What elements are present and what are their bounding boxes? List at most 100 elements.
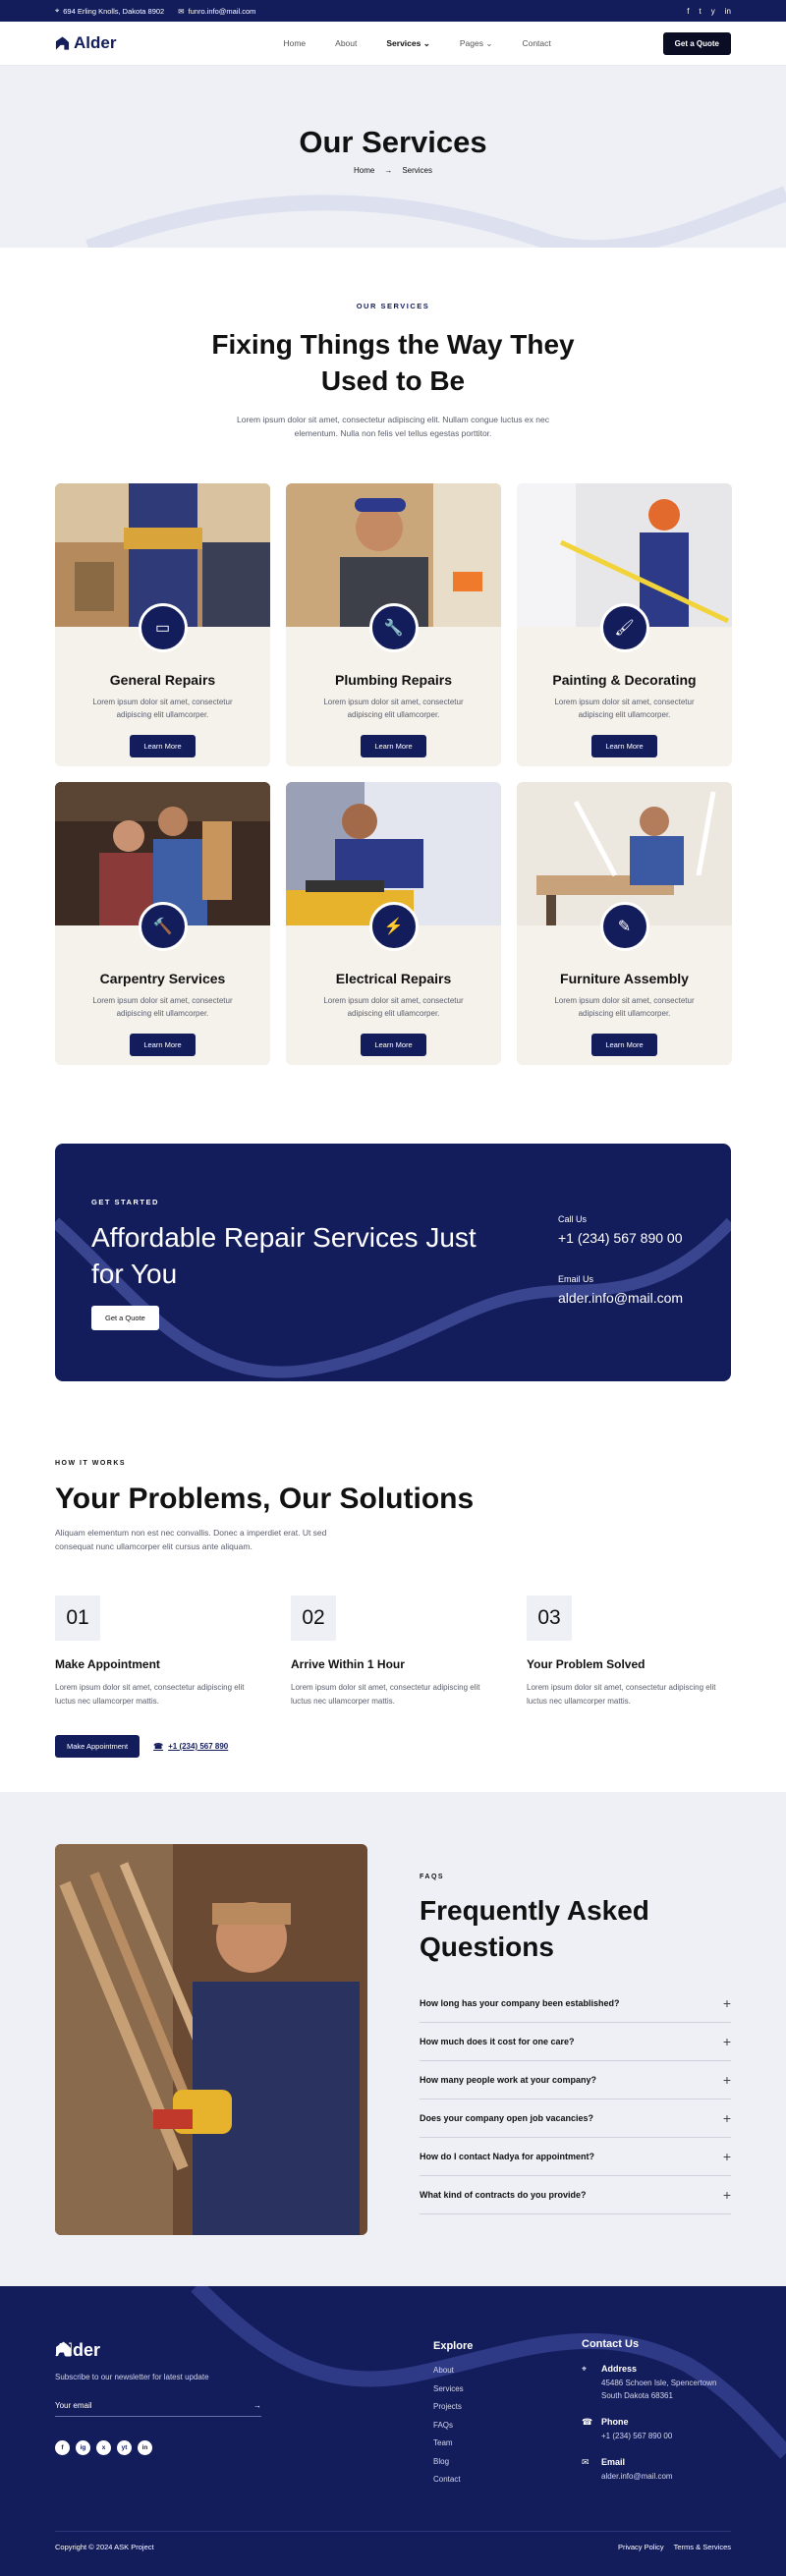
arrow-right-icon[interactable]: →: [253, 2401, 261, 2410]
step-item: 02 Arrive Within 1 Hour Lorem ipsum dolo…: [291, 1596, 487, 1708]
faq-item[interactable]: Does your company open job vacancies? +: [420, 2100, 731, 2138]
service-title: Electrical Repairs: [335, 971, 452, 986]
get-quote-button[interactable]: Get a Quote: [662, 31, 731, 55]
make-appointment-button[interactable]: Make Appointment: [55, 1735, 140, 1758]
how-eyebrow: HOW IT WORKS: [55, 1460, 127, 1467]
arrow-right-icon: →: [384, 166, 393, 175]
footer-link[interactable]: Blog: [433, 2457, 473, 2466]
footer-logo[interactable]: Alder: [55, 2340, 261, 2361]
page-hero: Our Services Home → Services: [0, 66, 786, 248]
service-text: Lorem ipsum dolor sit amet, consectetur …: [323, 698, 464, 719]
step-number: 02: [291, 1596, 336, 1641]
privacy-link[interactable]: Privacy Policy: [618, 2543, 664, 2551]
top-bar: ⌖ 694 Erling Knolls, Dakota 8902 ✉ funro…: [0, 0, 786, 22]
call-value[interactable]: +1 (234) 567 890 00: [558, 1230, 683, 1246]
facebook-icon[interactable]: f: [687, 7, 689, 16]
service-title: Furniture Assembly: [560, 971, 689, 986]
drill-icon: ⚡: [368, 902, 419, 951]
how-actions: Make Appointment ☎ +1 (234) 567 890: [55, 1735, 731, 1758]
breadcrumb-home[interactable]: Home: [354, 166, 374, 175]
twitter-icon[interactable]: t: [700, 7, 702, 16]
learn-more-button[interactable]: Learn More: [130, 735, 196, 757]
facebook-icon[interactable]: f: [55, 2440, 70, 2455]
breadcrumb: Home → Services: [0, 166, 786, 175]
mail-icon: ✉: [582, 2457, 590, 2467]
plus-icon[interactable]: +: [723, 1995, 731, 2011]
nav-about[interactable]: About: [335, 38, 357, 49]
service-card: 🔨 Carpentry Services Lorem ipsum dolor s…: [55, 782, 270, 1065]
nav-contact[interactable]: Contact: [522, 38, 550, 49]
nav-links: Home About Services ⌄ Pages ⌄ Contact: [283, 38, 550, 49]
how-it-works-section: HOW IT WORKS Your Problems, Our Solution…: [0, 1381, 786, 1792]
contact-email: ✉ Email alder.info@mail.com: [582, 2457, 673, 2481]
call-label: Call Us: [558, 1214, 588, 1224]
instagram-icon[interactable]: ig: [76, 2440, 90, 2455]
linkedin-icon[interactable]: in: [725, 7, 731, 16]
faq-item[interactable]: How much does it cost for one care? +: [420, 2023, 731, 2061]
faq-image: [55, 1844, 367, 2235]
step-item: 03 Your Problem Solved Lorem ipsum dolor…: [527, 1596, 723, 1708]
learn-more-button[interactable]: Learn More: [591, 735, 657, 757]
cta-banner: GET STARTED Affordable Repair Services J…: [55, 1144, 731, 1381]
footer-link[interactable]: About: [433, 2366, 473, 2375]
footer-link[interactable]: Services: [433, 2384, 473, 2393]
youtube-icon[interactable]: yt: [117, 2440, 132, 2455]
service-card: ▭ General Repairs Lorem ipsum dolor sit …: [55, 483, 270, 766]
paint-roller-icon: 🖌: [599, 603, 649, 652]
nav-services[interactable]: Services ⌄: [386, 38, 429, 49]
step-item: 01 Make Appointment Lorem ipsum dolor si…: [55, 1596, 252, 1708]
service-text: Lorem ipsum dolor sit amet, consectetur …: [92, 996, 233, 1018]
nav-home[interactable]: Home: [283, 38, 306, 49]
plus-icon[interactable]: +: [723, 2110, 731, 2126]
topbar-socials: f t y in: [687, 7, 731, 16]
faq-item[interactable]: How do I contact Nadya for appointment? +: [420, 2138, 731, 2176]
footer-link[interactable]: Contact: [433, 2475, 473, 2484]
page-title: Our Services: [299, 125, 487, 159]
footer-link[interactable]: Team: [433, 2438, 473, 2447]
email-placeholder[interactable]: Your email: [55, 2401, 92, 2410]
steps-list: 01 Make Appointment Lorem ipsum dolor si…: [55, 1596, 731, 1708]
how-title: Your Problems, Our Solutions: [55, 1483, 475, 1515]
step-number: 01: [55, 1596, 100, 1641]
hammer-icon: 🔨: [138, 902, 188, 951]
step-text: Lorem ipsum dolor sit amet, consectetur …: [55, 1683, 245, 1706]
footer-bottom: Copyright © 2024 ASK Project Privacy Pol…: [55, 2543, 731, 2551]
newsletter-email-field[interactable]: Your email →: [55, 2401, 261, 2417]
footer-contact: Contact Us ⌖ Address 45486 Schoen Isle, S…: [582, 2338, 739, 2497]
faq-title: Frequently Asked Questions: [420, 1895, 649, 1962]
nav-pages[interactable]: Pages ⌄: [460, 38, 493, 49]
footer-link[interactable]: FAQs: [433, 2421, 473, 2430]
how-desc: Aliquam elementum non est nec convallis.…: [55, 1528, 327, 1551]
topbar-email[interactable]: ✉ funro.info@mail.com: [178, 7, 255, 16]
learn-more-button[interactable]: Learn More: [591, 1034, 657, 1056]
contact-title: Contact Us: [582, 2338, 640, 2350]
footer-divider: [55, 2531, 731, 2532]
email-value[interactable]: alder.info@mail.com: [558, 1290, 683, 1306]
logo[interactable]: Alder: [55, 33, 116, 53]
plus-icon[interactable]: +: [723, 2187, 731, 2203]
learn-more-button[interactable]: Learn More: [130, 1034, 196, 1056]
cta-quote-button[interactable]: Get a Quote: [91, 1306, 159, 1330]
plus-icon[interactable]: +: [723, 2034, 731, 2049]
faq-item[interactable]: How many people work at your company? +: [420, 2061, 731, 2100]
phone-link[interactable]: ☎ +1 (234) 567 890: [153, 1742, 228, 1751]
footer-link[interactable]: Projects: [433, 2402, 473, 2411]
services-eyebrow: OUR SERVICES: [356, 302, 430, 310]
plus-icon[interactable]: +: [723, 2149, 731, 2164]
faq-item[interactable]: How long has your company been establish…: [420, 1985, 731, 2023]
map-pin-icon: ⌖: [55, 6, 60, 15]
service-text: Lorem ipsum dolor sit amet, consectetur …: [554, 996, 695, 1018]
faq-eyebrow: FAQS: [420, 1874, 445, 1880]
phone-icon: ☎: [582, 2417, 593, 2427]
service-title: Plumbing Repairs: [334, 672, 453, 688]
x-icon[interactable]: x: [96, 2440, 111, 2455]
linkedin-icon[interactable]: in: [138, 2440, 152, 2455]
learn-more-button[interactable]: Learn More: [361, 735, 426, 757]
terms-link[interactable]: Terms & Services: [674, 2543, 731, 2551]
faq-item[interactable]: What kind of contracts do you provide? +: [420, 2176, 731, 2214]
footer-socials: f ig x yt in: [55, 2440, 261, 2455]
youtube-icon[interactable]: y: [711, 7, 715, 16]
learn-more-button[interactable]: Learn More: [361, 1034, 426, 1056]
brush-icon: ✎: [599, 902, 649, 951]
plus-icon[interactable]: +: [723, 2072, 731, 2088]
